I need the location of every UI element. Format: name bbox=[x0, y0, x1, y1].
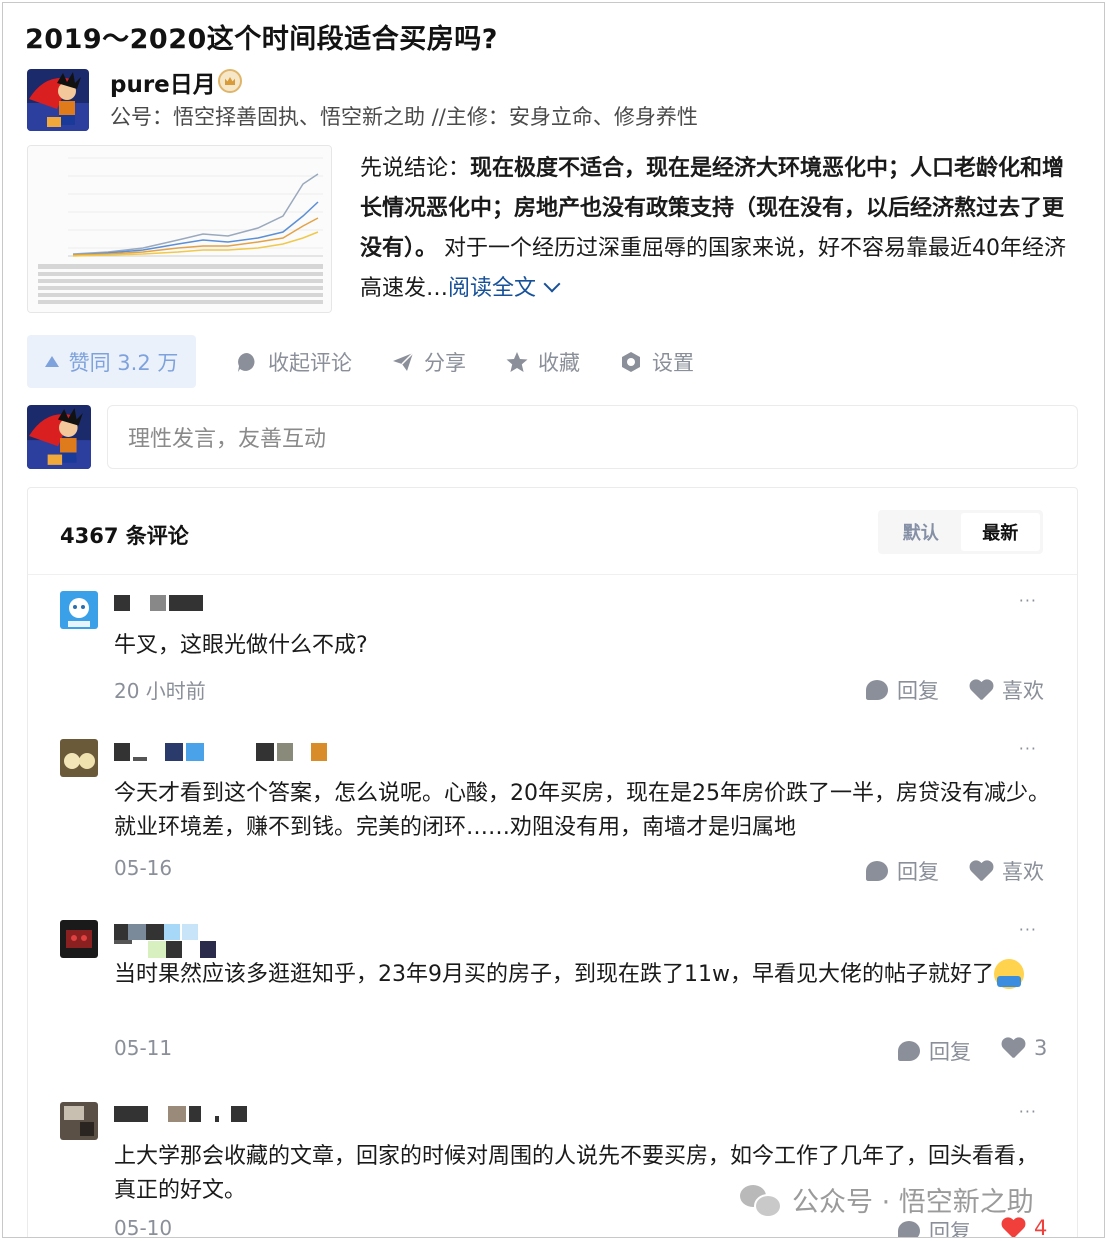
star-icon bbox=[506, 351, 528, 373]
crown-badge-icon bbox=[218, 69, 242, 93]
commenter-avatar[interactable] bbox=[60, 739, 98, 777]
like-button[interactable]: 喜欢 bbox=[969, 675, 1044, 705]
answer-thumbnail[interactable] bbox=[27, 145, 332, 313]
comment-time: 20 小时前 bbox=[114, 679, 206, 703]
comment-text: 今天才看到这个答案，怎么说呢。心酸，20年买房，现在是25年房价跌了一半，房贷没… bbox=[114, 781, 1050, 840]
commenter-name-redacted[interactable] bbox=[114, 1106, 247, 1126]
comment-text: 牛叉，这眼光做什么不成? bbox=[114, 633, 368, 658]
favorite-label: 收藏 bbox=[538, 350, 580, 375]
reply-button[interactable]: 回复 bbox=[898, 1036, 971, 1066]
more-options-icon[interactable]: ··· bbox=[1019, 739, 1037, 758]
comment-count: 4367 条评论 bbox=[60, 524, 189, 548]
upvote-arrow-icon bbox=[44, 356, 59, 367]
reply-label: 回复 bbox=[929, 1220, 971, 1238]
comment-input[interactable]: 理性发言，友善互动 bbox=[107, 405, 1078, 469]
watermark-text: 公众号 · 悟空新之助 bbox=[792, 1187, 1034, 1218]
commenter-avatar[interactable] bbox=[60, 591, 98, 629]
more-options-icon[interactable]: ··· bbox=[1019, 1102, 1037, 1121]
gear-icon bbox=[620, 351, 642, 373]
sort-default-tab[interactable]: 默认 bbox=[881, 513, 961, 551]
heart-icon bbox=[969, 861, 993, 882]
comment-text-body: 当时果然应该多逛逛知乎，23年9月买的房子，到现在跌了11w，早看见大佬的帖子就… bbox=[114, 962, 994, 987]
reply-label: 回复 bbox=[897, 679, 939, 703]
author-name[interactable]: pure日月 bbox=[110, 65, 216, 99]
author-bio: 公号：悟空择善固执、悟空新之助 //主修：安身立命、修身养性 bbox=[110, 105, 698, 129]
favorite-button[interactable]: 收藏 bbox=[506, 347, 580, 377]
like-button[interactable]: 4 bbox=[1001, 1216, 1048, 1238]
comment-bubble-icon bbox=[236, 351, 258, 373]
reply-button[interactable]: 回复 bbox=[898, 1216, 971, 1238]
commenter-avatar[interactable] bbox=[60, 1102, 98, 1140]
heart-icon bbox=[969, 680, 993, 701]
like-button[interactable]: 喜欢 bbox=[969, 856, 1044, 886]
commenter-name-redacted[interactable] bbox=[114, 743, 327, 763]
comment-time: 05-11 bbox=[114, 1036, 173, 1060]
comment-time: 05-16 bbox=[114, 856, 173, 880]
answer-excerpt[interactable]: 先说结论：现在极度不适合，现在是经济大环境恶化中；人口老龄化和增长情况恶化中；房… bbox=[360, 149, 1080, 309]
share-button[interactable]: 分享 bbox=[392, 347, 466, 377]
like-label: 喜欢 bbox=[1002, 679, 1044, 703]
share-label: 分享 bbox=[424, 350, 466, 375]
heart-icon bbox=[1001, 1038, 1025, 1059]
reply-label: 回复 bbox=[897, 860, 939, 884]
wechat-icon bbox=[740, 1183, 782, 1218]
excerpt-lead: 先说结论： bbox=[360, 156, 471, 181]
comment-text: 当时果然应该多逛逛知乎，23年9月买的房子，到现在跌了11w，早看见大佬的帖子就… bbox=[114, 958, 1054, 992]
commenter-avatar[interactable] bbox=[60, 920, 98, 958]
reply-bubble-icon bbox=[866, 861, 888, 881]
wechat-watermark: 公众号 · 悟空新之助 bbox=[740, 1180, 1034, 1219]
commenter-name-redacted[interactable] bbox=[114, 924, 218, 958]
author-avatar[interactable] bbox=[27, 69, 89, 131]
reply-button[interactable]: 回复 bbox=[866, 675, 939, 705]
chevron-down-icon[interactable] bbox=[543, 275, 561, 293]
more-options-icon[interactable]: ··· bbox=[1019, 591, 1037, 610]
page-frame: 2019～2020这个时间段适合买房吗? pure日月 公号：悟空择善固执、悟空… bbox=[2, 2, 1105, 1238]
commenter-name-redacted[interactable] bbox=[114, 595, 203, 615]
upvote-label: 赞同 3.2 万 bbox=[68, 350, 179, 375]
emoji-icon bbox=[993, 959, 1024, 989]
more-options-icon[interactable]: ··· bbox=[1019, 920, 1037, 939]
question-title[interactable]: 2019～2020这个时间段适合买房吗? bbox=[25, 17, 498, 56]
collapse-comments-label: 收起评论 bbox=[268, 350, 352, 375]
comments-panel: 4367 条评论 默认 最新 ··· 牛叉，这眼光做什么不成? 20 小时前 回… bbox=[27, 487, 1078, 1238]
like-count: 3 bbox=[1034, 1036, 1048, 1060]
reply-label: 回复 bbox=[929, 1040, 971, 1064]
collapse-comments-button[interactable]: 收起评论 bbox=[236, 347, 352, 377]
reply-bubble-icon bbox=[898, 1221, 920, 1237]
paper-plane-icon bbox=[392, 351, 414, 373]
reply-bubble-icon bbox=[866, 680, 888, 700]
like-button[interactable]: 3 bbox=[1001, 1036, 1047, 1060]
like-label: 喜欢 bbox=[1002, 860, 1044, 884]
comment-time: 05-10 bbox=[114, 1216, 173, 1238]
reply-bubble-icon bbox=[898, 1041, 920, 1061]
my-avatar[interactable] bbox=[27, 405, 91, 469]
heart-icon bbox=[1001, 1218, 1025, 1238]
sort-latest-tab[interactable]: 最新 bbox=[960, 513, 1040, 551]
read-more-link[interactable]: 阅读全文 bbox=[448, 276, 536, 301]
divider bbox=[28, 574, 1077, 575]
settings-label: 设置 bbox=[652, 350, 694, 375]
answer-action-bar: 赞同 3.2 万 收起评论 分享 收藏 设置 bbox=[27, 335, 694, 388]
settings-button[interactable]: 设置 bbox=[620, 347, 694, 377]
reply-button[interactable]: 回复 bbox=[866, 856, 939, 886]
upvote-button[interactable]: 赞同 3.2 万 bbox=[27, 335, 196, 388]
like-count: 4 bbox=[1034, 1216, 1048, 1238]
comment-sort-toggle: 默认 最新 bbox=[878, 510, 1043, 554]
